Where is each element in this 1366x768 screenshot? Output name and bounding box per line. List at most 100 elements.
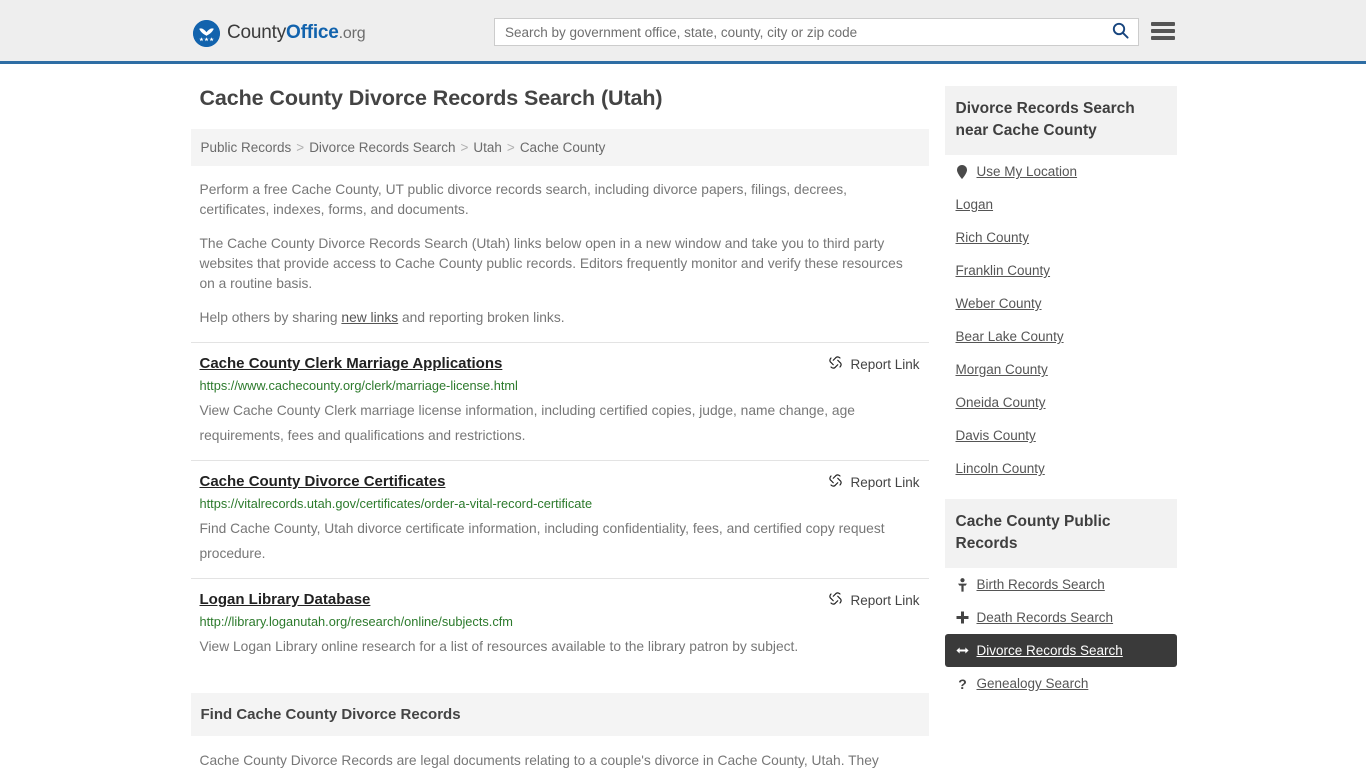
result-description: Find Cache County, Utah divorce certific… [199, 521, 885, 561]
sidebar-item-label: Divorce Records Search [976, 643, 1123, 658]
share-text-before: Help others by sharing [199, 310, 342, 325]
sidebar-item-rich-county[interactable]: Rich County [945, 221, 1177, 254]
sidebar: Divorce Records Search near Cache County… [944, 64, 1177, 714]
result-title-link[interactable]: Cache County Divorce Certificates [200, 472, 446, 491]
nearby-searches-panel: Divorce Records Search near Cache County… [944, 86, 1177, 485]
sidebar-item-label: Franklin County [955, 263, 1051, 278]
cross-icon [956, 611, 969, 624]
intro-text: Perform a free Cache County, UT public d… [191, 180, 929, 328]
results-list: Cache County Clerk Marriage Applications [190, 342, 929, 671]
sidebar-item-label: Lincoln County [955, 461, 1045, 476]
sidebar-item-logan[interactable]: Logan [945, 188, 1177, 221]
intro-paragraph-1: Perform a free Cache County, UT public d… [199, 182, 847, 217]
search-input[interactable] [495, 19, 1102, 45]
report-link-button[interactable]: Report Link [828, 354, 920, 373]
intro-paragraph-2: The Cache County Divorce Records Search … [199, 236, 903, 291]
sidebar-item-label: Use My Location [976, 164, 1078, 179]
county-office-logo-icon [193, 19, 220, 47]
sidebar-item-label: Oneida County [955, 395, 1046, 410]
hamburger-menu-icon[interactable] [1151, 20, 1175, 42]
broken-link-icon [828, 591, 843, 609]
sidebar-item-label: Davis County [955, 428, 1036, 443]
sidebar-item-bear-lake-county[interactable]: Bear Lake County [945, 320, 1177, 353]
nearby-searches-heading: Divorce Records Search near Cache County [944, 86, 1177, 155]
share-text-after: and reporting broken links. [398, 310, 565, 325]
sidebar-item-morgan-county[interactable]: Morgan County [945, 353, 1177, 386]
breadcrumb-item-utah[interactable]: Utah [473, 140, 502, 155]
sidebar-item-label: Birth Records Search [976, 577, 1105, 592]
sidebar-item-use-my-location[interactable]: Use My Location [945, 155, 1177, 188]
result-title-link[interactable]: Cache County Clerk Marriage Applications [200, 354, 503, 373]
sidebar-item-label: Death Records Search [976, 610, 1114, 625]
site-logo-text: CountyOffice.org [227, 19, 366, 47]
location-pin-icon [956, 164, 969, 179]
sidebar-item-label: Genealogy Search [976, 676, 1089, 691]
sidebar-item-davis-county[interactable]: Davis County [945, 419, 1177, 452]
report-link-button[interactable]: Report Link [828, 590, 920, 609]
broken-link-icon [828, 355, 843, 373]
sidebar-item-label: Rich County [955, 230, 1030, 245]
result-title-link[interactable]: Logan Library Database [200, 590, 371, 609]
search-icon [1112, 22, 1129, 42]
intro-paragraph-3: Help others by sharing new links and rep… [200, 308, 920, 328]
nearby-searches-list: Use My Location Logan Rich County Frankl… [945, 155, 1177, 485]
breadcrumb-separator: > [460, 140, 469, 155]
main-column: Cache County Divorce Records Search (Uta… [190, 64, 929, 768]
result-header: Cache County Clerk Marriage Applications [200, 354, 920, 373]
result-item: Cache County Divorce Certificates Report… [190, 460, 929, 578]
result-item: Cache County Clerk Marriage Applications [190, 342, 929, 460]
sidebar-item-genealogy-search[interactable]: ? Genealogy Search [945, 667, 1177, 700]
search-button[interactable] [1102, 19, 1138, 45]
result-header: Cache County Divorce Certificates Report… [200, 472, 920, 491]
brand-part-org: .org [338, 25, 366, 42]
brand-part-county: County [227, 22, 287, 43]
page-body: Cache County Divorce Records Search (Uta… [0, 64, 1366, 768]
result-url[interactable]: https://vitalrecords.utah.gov/certificat… [200, 496, 920, 512]
result-description: View Cache County Clerk marriage license… [199, 403, 855, 443]
question-mark-icon: ? [956, 677, 969, 691]
page-title: Cache County Divorce Records Search (Uta… [199, 86, 663, 110]
sidebar-item-franklin-county[interactable]: Franklin County [945, 254, 1177, 287]
sidebar-item-birth-records-search[interactable]: Birth Records Search [945, 568, 1177, 601]
sidebar-item-label: Bear Lake County [955, 329, 1064, 344]
result-url[interactable]: http://library.loganutah.org/research/on… [200, 614, 920, 630]
search-bar [494, 18, 1139, 46]
find-records-section: Find Cache County Divorce Records Cache … [190, 693, 929, 768]
sidebar-item-weber-county[interactable]: Weber County [945, 287, 1177, 320]
sidebar-item-death-records-search[interactable]: Death Records Search [945, 601, 1177, 634]
public-records-list: Birth Records Search Death Records Searc… [944, 568, 1177, 700]
sidebar-item-divorce-records-search[interactable]: Divorce Records Search [944, 634, 1177, 667]
report-link-label: Report Link [850, 474, 920, 490]
breadcrumb-separator: > [296, 140, 305, 155]
breadcrumb-item-public-records[interactable]: Public Records [201, 140, 292, 155]
breadcrumb-item-cache-county[interactable]: Cache County [520, 140, 606, 155]
sidebar-item-label: Logan [955, 197, 994, 212]
public-records-panel: Cache County Public Records Birth Record… [944, 499, 1177, 700]
hamburger-bar [1151, 29, 1175, 33]
breadcrumb: Public Records > Divorce Records Search > Ut… [190, 129, 929, 166]
result-header: Logan Library Database Report Link [200, 590, 920, 609]
result-url[interactable]: https://www.cachecounty.org/clerk/marria… [200, 378, 920, 394]
find-records-paragraph: Cache County Divorce Records are legal d… [199, 753, 879, 768]
hamburger-bar [1151, 22, 1175, 26]
report-link-button[interactable]: Report Link [828, 472, 920, 491]
sidebar-item-lincoln-county[interactable]: Lincoln County [945, 452, 1177, 485]
left-right-arrow-icon [955, 645, 969, 656]
brand-part-office: Office [286, 22, 339, 43]
report-link-label: Report Link [850, 356, 920, 372]
breadcrumb-item-divorce-records-search[interactable]: Divorce Records Search [309, 140, 455, 155]
sidebar-item-oneida-county[interactable]: Oneida County [945, 386, 1177, 419]
breadcrumb-separator: > [506, 140, 515, 155]
site-header: CountyOffice.org [0, 0, 1366, 64]
result-item: Logan Library Database Report Link http:… [190, 578, 929, 671]
site-logo-link[interactable]: CountyOffice.org [193, 19, 366, 47]
public-records-heading: Cache County Public Records [944, 499, 1177, 568]
child-icon [956, 577, 969, 592]
broken-link-icon [828, 473, 843, 491]
sidebar-item-label: Morgan County [955, 362, 1048, 377]
hamburger-bar [1151, 36, 1175, 40]
report-link-label: Report Link [850, 592, 920, 608]
content-container: Cache County Divorce Records Search (Uta… [190, 64, 1177, 768]
new-links-link[interactable]: new links [341, 310, 398, 325]
sidebar-item-label: Weber County [955, 296, 1042, 311]
